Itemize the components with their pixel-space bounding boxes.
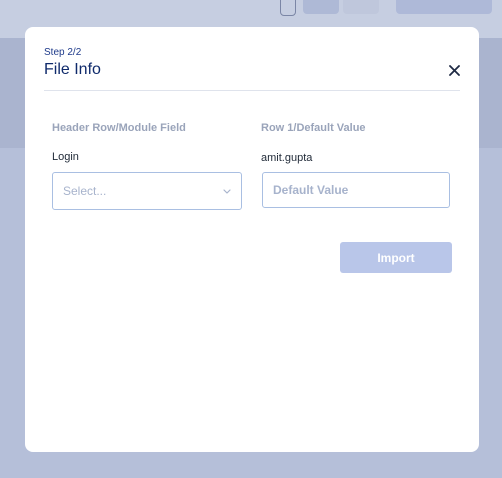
module-field-select[interactable]: Select... [52,172,242,210]
default-value-input[interactable] [262,172,450,208]
column-header-default-value: Row 1/Default Value [261,122,366,134]
import-button[interactable]: Import [340,242,452,273]
header-divider [44,90,460,91]
search-icon [280,0,296,16]
step-indicator: Step 2/2 [44,47,82,58]
row1-value: amit.gupta [261,152,313,164]
dialog-title: File Info [44,61,101,78]
toolbar-button [343,0,379,14]
select-placeholder: Select... [63,184,107,198]
column-header-module-field: Header Row/Module Field [52,122,186,134]
close-button[interactable] [445,61,463,79]
field-label-login: Login [52,151,79,163]
sort-button [396,0,492,14]
toolbar-button [303,0,339,14]
file-info-dialog: Step 2/2 File Info Header Row/Module Fie… [25,27,479,452]
chevron-down-icon [223,188,231,194]
close-icon [448,64,460,76]
